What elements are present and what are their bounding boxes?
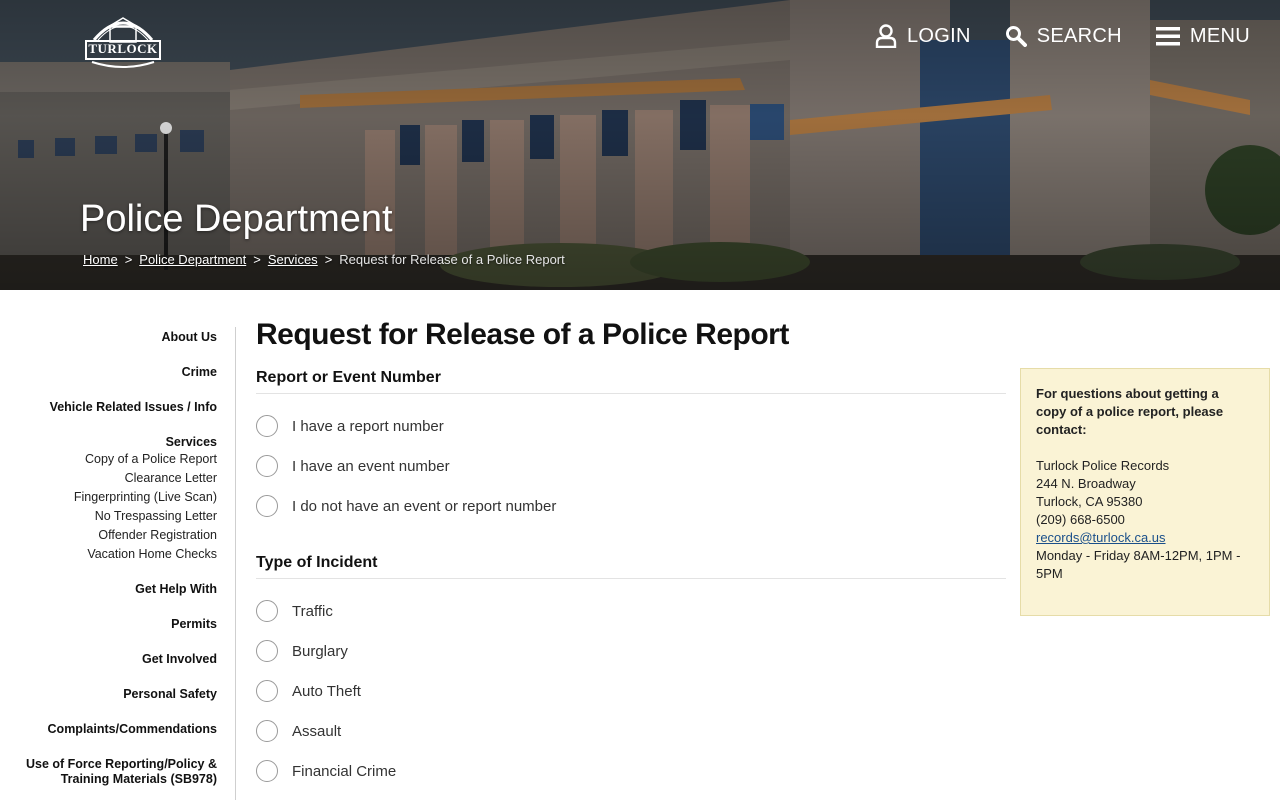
radio-option-report-number[interactable]: I have a report number	[256, 406, 1006, 446]
sidebar-item-use-of-force[interactable]: Use of Force Reporting/Policy & Training…	[0, 757, 217, 787]
radio-label: I have an event number	[292, 457, 450, 475]
main-content: Request for Release of a Police Report R…	[256, 318, 1006, 791]
contact-hours-line: Monday - Friday 8AM-12PM, 1PM -	[1036, 548, 1241, 563]
contact-street: 244 N. Broadway	[1036, 476, 1136, 491]
radio-button[interactable]	[256, 720, 278, 742]
use-of-force-line2: Training Materials (SB978)	[60, 772, 217, 786]
radio-button[interactable]	[256, 640, 278, 662]
user-icon	[875, 24, 897, 48]
contact-intro-line: For questions about getting a	[1036, 386, 1219, 401]
search-label: SEARCH	[1036, 24, 1122, 47]
type-of-incident-heading: Type of Incident	[256, 554, 1006, 579]
logo-wordmark: TURLOCK	[88, 41, 158, 56]
page-title: Request for Release of a Police Report	[256, 318, 789, 351]
radio-option-assault[interactable]: Assault	[256, 711, 1006, 751]
radio-option-traffic[interactable]: Traffic	[256, 591, 1006, 631]
search-button[interactable]: SEARCH	[1005, 25, 1122, 48]
radio-option-no-number[interactable]: I do not have an event or report number	[256, 486, 1006, 526]
radio-label: Assault	[292, 722, 342, 740]
radio-option-burglary[interactable]: Burglary	[256, 631, 1006, 671]
contact-email-link[interactable]: records@turlock.ca.us	[1036, 530, 1166, 545]
radio-button[interactable]	[256, 495, 278, 517]
sidebar-item-get-help[interactable]: Get Help With	[0, 582, 217, 596]
radio-button[interactable]	[256, 680, 278, 702]
breadcrumb-separator: >	[324, 252, 333, 267]
radio-button[interactable]	[256, 600, 278, 622]
contact-hours-line: 5PM	[1036, 566, 1063, 581]
use-of-force-line1: Use of Force Reporting/Policy &	[25, 757, 217, 771]
sidebar-item-about[interactable]: About Us	[0, 330, 217, 344]
menu-button[interactable]: MENU	[1155, 24, 1250, 48]
radio-label: Auto Theft	[292, 682, 361, 700]
radio-label: I do not have an event or report number	[292, 497, 557, 515]
report-event-number-heading: Report or Event Number	[256, 369, 1006, 394]
sidebar-subitem-offender[interactable]: Offender Registration	[0, 526, 217, 545]
radio-button[interactable]	[256, 415, 278, 437]
login-button[interactable]: LOGIN	[875, 24, 971, 48]
radio-option-event-number[interactable]: I have an event number	[256, 446, 1006, 486]
breadcrumb-home-link[interactable]: Home	[83, 252, 118, 267]
department-title: Police Department	[80, 198, 393, 240]
radio-label: Traffic	[292, 602, 333, 620]
breadcrumb-current: Request for Release of a Police Report	[339, 252, 565, 267]
top-navigation: LOGIN SEARCH MENU	[875, 24, 1250, 48]
sidebar-item-services[interactable]: Services	[0, 435, 217, 449]
login-label: LOGIN	[907, 24, 971, 47]
radio-label: Burglary	[292, 642, 348, 660]
contact-intro: For questions about getting a copy of a …	[1036, 385, 1255, 439]
breadcrumb-separator: >	[253, 252, 261, 267]
contact-details: Turlock Police Records 244 N. Broadway T…	[1036, 457, 1255, 583]
hero-banner: TURLOCK LOGIN SEARCH MENU Police Departm…	[0, 0, 1280, 290]
radio-option-financial-crime[interactable]: Financial Crime	[256, 751, 1006, 791]
breadcrumb-services-link[interactable]: Services	[268, 252, 318, 267]
contact-hours: Monday - Friday 8AM-12PM, 1PM - 5PM	[1036, 547, 1255, 583]
sidebar-item-vehicle[interactable]: Vehicle Related Issues / Info	[0, 400, 217, 414]
sidebar-subitem-fingerprinting[interactable]: Fingerprinting (Live Scan)	[0, 488, 217, 507]
menu-label: MENU	[1189, 24, 1250, 47]
radio-option-auto-theft[interactable]: Auto Theft	[256, 671, 1006, 711]
radio-button[interactable]	[256, 760, 278, 782]
sidebar-item-permits[interactable]: Permits	[0, 617, 217, 631]
sidebar-item-crime[interactable]: Crime	[0, 365, 217, 379]
contact-org: Turlock Police Records	[1036, 458, 1170, 473]
sidebar-item-personal-safety[interactable]: Personal Safety	[0, 687, 217, 701]
breadcrumb-police-link[interactable]: Police Department	[139, 252, 246, 267]
radio-button[interactable]	[256, 455, 278, 477]
incident-type-options: Traffic Burglary Auto Theft Assault Fina…	[256, 591, 1006, 791]
contact-intro-line: contact:	[1036, 422, 1087, 437]
hamburger-menu-icon	[1155, 27, 1180, 46]
sidebar-item-get-involved[interactable]: Get Involved	[0, 652, 217, 666]
sidebar-subitem-clearance[interactable]: Clearance Letter	[0, 469, 217, 488]
breadcrumb-separator: >	[124, 252, 133, 267]
sidebar-nav: About Us Crime Vehicle Related Issues / …	[0, 327, 236, 800]
breadcrumb: Home > Police Department > Services > Re…	[83, 252, 565, 267]
contact-phone: (209) 668-6500	[1036, 512, 1125, 527]
radio-label: Financial Crime	[292, 762, 397, 780]
report-number-options: I have a report number I have an event n…	[256, 406, 1006, 526]
sidebar-subitem-no-trespassing[interactable]: No Trespassing Letter	[0, 507, 217, 526]
sidebar-item-complaints[interactable]: Complaints/Commendations	[0, 722, 217, 736]
radio-label: I have a report number	[292, 417, 444, 435]
contact-info-box: For questions about getting a copy of a …	[1020, 368, 1270, 616]
contact-city: Turlock, CA 95380	[1036, 494, 1143, 509]
sidebar-subitem-vacation[interactable]: Vacation Home Checks	[0, 545, 217, 564]
search-icon	[1005, 26, 1027, 47]
sidebar-subitem-copy-report[interactable]: Copy of a Police Report	[0, 450, 217, 469]
contact-intro-line: copy of a police report, please	[1036, 404, 1224, 419]
